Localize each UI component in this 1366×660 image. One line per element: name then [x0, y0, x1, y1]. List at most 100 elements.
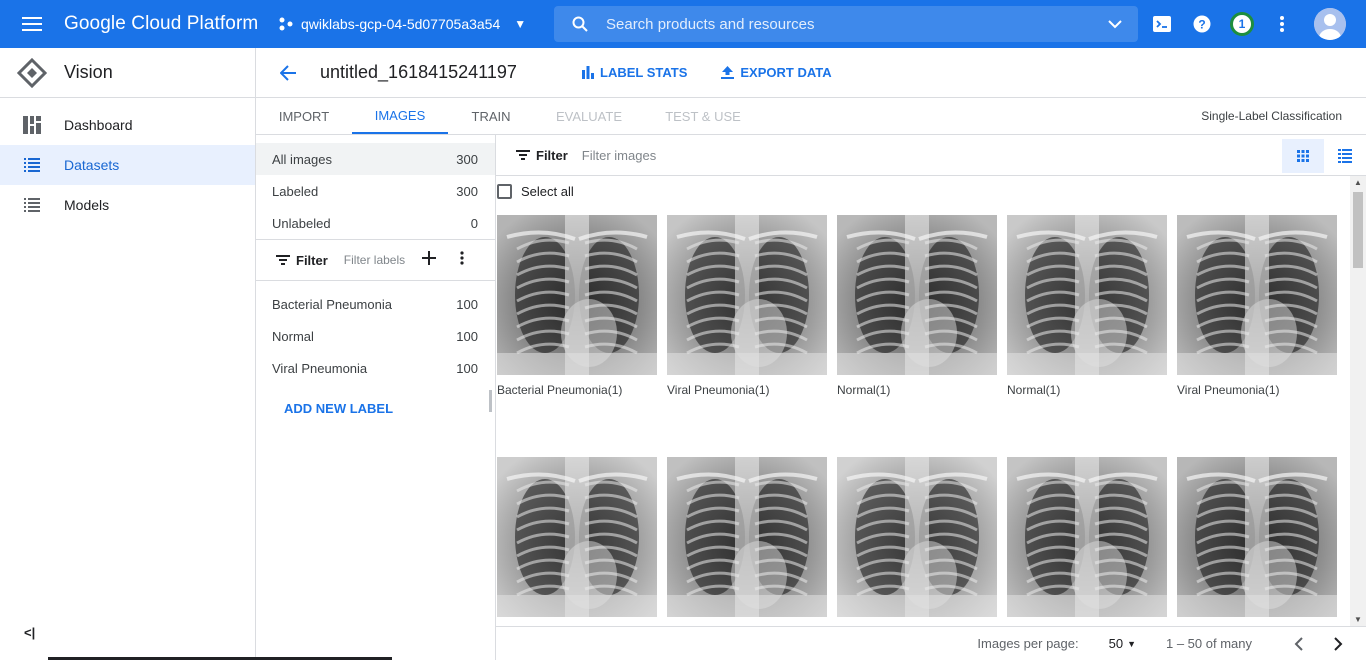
- xray-image: [667, 215, 827, 375]
- chevron-down-icon[interactable]: [1092, 19, 1138, 29]
- xray-image: [1007, 457, 1167, 617]
- filter-icon: [276, 255, 290, 265]
- image-caption: Normal(1): [1007, 383, 1061, 397]
- image-grid-area: Filter Filter images Select all Bacteria…: [496, 135, 1366, 660]
- select-all-checkbox[interactable]: [497, 183, 512, 199]
- xray-image: [1177, 215, 1337, 375]
- image-card[interactable]: Viral Pneumonia(1): [1177, 215, 1337, 397]
- next-page-icon[interactable]: [1318, 636, 1358, 651]
- label-name: Normal: [272, 328, 314, 344]
- image-caption: Bacterial Pneumonia(1): [497, 383, 623, 397]
- more-vert-icon[interactable]: [1262, 0, 1302, 48]
- grid-view-icon[interactable]: [1282, 139, 1324, 173]
- left-nav: Vision Dashboard Datasets Models <|: [0, 48, 256, 660]
- tab-test-use[interactable]: TEST & USE: [644, 98, 762, 134]
- product-name: Vision: [64, 62, 113, 82]
- tab-images[interactable]: IMAGES: [352, 98, 448, 134]
- image-filter-input[interactable]: Filter images: [582, 148, 656, 163]
- xray-image: [497, 215, 657, 375]
- image-card[interactable]: [667, 457, 827, 617]
- row-count: 300: [456, 183, 478, 199]
- back-arrow-icon[interactable]: [256, 64, 320, 81]
- hamburger-menu-icon[interactable]: [0, 0, 64, 48]
- list-icon: [0, 158, 64, 172]
- image-card[interactable]: [1007, 457, 1167, 617]
- xray-image: [667, 457, 827, 617]
- list-view-icon[interactable]: [1324, 139, 1366, 173]
- brand-title[interactable]: Google Cloud Platform: [64, 13, 279, 35]
- image-card[interactable]: [1177, 457, 1337, 617]
- resize-handle[interactable]: [489, 390, 492, 412]
- tab-evaluate[interactable]: EVALUATE: [534, 98, 644, 134]
- select-all-row: Select all: [496, 179, 1366, 203]
- image-filter-button[interactable]: Filter: [516, 148, 568, 163]
- filter-label: Filter: [296, 252, 328, 268]
- nav-item-dashboard[interactable]: Dashboard: [0, 105, 255, 145]
- search-icon: [554, 16, 606, 32]
- row-label: All images: [272, 151, 332, 167]
- help-icon[interactable]: ?: [1182, 0, 1222, 48]
- per-page-select[interactable]: 50 ▼: [1109, 636, 1136, 651]
- search-input[interactable]: [606, 15, 1092, 33]
- add-icon[interactable]: [421, 250, 436, 270]
- nav-item-datasets[interactable]: Datasets: [0, 145, 255, 185]
- dataset-header: untitled_1618415241197 LABEL STATS EXPOR…: [256, 48, 1366, 98]
- nav-item-models[interactable]: Models: [0, 185, 255, 225]
- dataset-title: untitled_1618415241197: [320, 62, 517, 82]
- svg-text:?: ?: [1198, 18, 1205, 32]
- nav-item-label: Models: [64, 197, 110, 213]
- tab-train[interactable]: TRAIN: [448, 98, 534, 134]
- label-name: Viral Pneumonia: [272, 360, 368, 376]
- export-data-button[interactable]: EXPORT DATA: [721, 65, 832, 80]
- add-new-label-button[interactable]: ADD NEW LABEL: [284, 401, 393, 416]
- cloud-shell-icon[interactable]: [1142, 0, 1182, 48]
- image-card[interactable]: [497, 457, 657, 617]
- project-selector[interactable]: qwiklabs-gcp-04-5d07705a3a54 ▼: [279, 16, 552, 32]
- prev-page-icon[interactable]: [1278, 636, 1318, 651]
- xray-image: [837, 457, 997, 617]
- tab-bar: IMPORT IMAGES TRAIN EVALUATE TEST & USE …: [256, 98, 1366, 135]
- nav-item-label: Dashboard: [64, 117, 133, 133]
- scroll-thumb[interactable]: [1353, 192, 1363, 268]
- label-filter-bar: Filter Filter labels: [256, 239, 495, 281]
- collapse-nav-icon[interactable]: <|: [24, 625, 35, 640]
- row-label: Unlabeled: [272, 215, 331, 231]
- tab-import[interactable]: IMPORT: [256, 98, 352, 134]
- image-thumbnails: Bacterial Pneumonia(1) Viral Pneumonia(1)…: [497, 215, 1347, 625]
- dashboard-icon: [0, 116, 64, 134]
- image-card[interactable]: Bacterial Pneumonia(1): [497, 215, 657, 397]
- filter-labeled[interactable]: Labeled 300: [256, 175, 495, 207]
- label-stats-button[interactable]: LABEL STATS: [582, 65, 687, 80]
- image-card[interactable]: [837, 457, 997, 617]
- caret-down-icon: ▼: [514, 17, 527, 31]
- filter-icon: [516, 150, 530, 160]
- image-card[interactable]: Normal(1): [1007, 215, 1167, 397]
- xray-image: [497, 457, 657, 617]
- notifications-badge[interactable]: 1: [1222, 0, 1262, 48]
- more-vert-icon[interactable]: [460, 250, 464, 270]
- upload-icon: [721, 66, 735, 79]
- filter-label: Filter: [536, 147, 568, 163]
- image-filter-bar: Filter Filter images: [496, 135, 1366, 176]
- label-item[interactable]: Viral Pneumonia 100: [256, 352, 495, 384]
- xray-image: [1177, 457, 1337, 617]
- image-card[interactable]: Normal(1): [837, 215, 997, 397]
- grid-scrollbar[interactable]: ▲ ▼: [1350, 176, 1366, 626]
- label-count: 100: [456, 360, 478, 376]
- filter-unlabeled[interactable]: Unlabeled 0: [256, 207, 495, 239]
- avatar[interactable]: [1314, 8, 1346, 40]
- label-item[interactable]: Normal 100: [256, 320, 495, 352]
- label-filter-button[interactable]: Filter: [276, 253, 328, 268]
- label-filter-input[interactable]: Filter labels: [344, 253, 410, 267]
- list-icon: [0, 198, 64, 212]
- project-name: qwiklabs-gcp-04-5d07705a3a54: [301, 16, 501, 32]
- scroll-up-icon[interactable]: ▲: [1354, 178, 1362, 187]
- vision-logo-icon: [0, 57, 64, 88]
- search-bar[interactable]: [554, 6, 1138, 42]
- label-item[interactable]: Bacterial Pneumonia 100: [256, 288, 495, 320]
- filter-all-images[interactable]: All images 300: [256, 143, 495, 175]
- scroll-down-icon[interactable]: ▼: [1354, 615, 1362, 624]
- label-count: 100: [456, 296, 478, 312]
- image-card[interactable]: Viral Pneumonia(1): [667, 215, 827, 397]
- select-all-label: Select all: [521, 183, 574, 199]
